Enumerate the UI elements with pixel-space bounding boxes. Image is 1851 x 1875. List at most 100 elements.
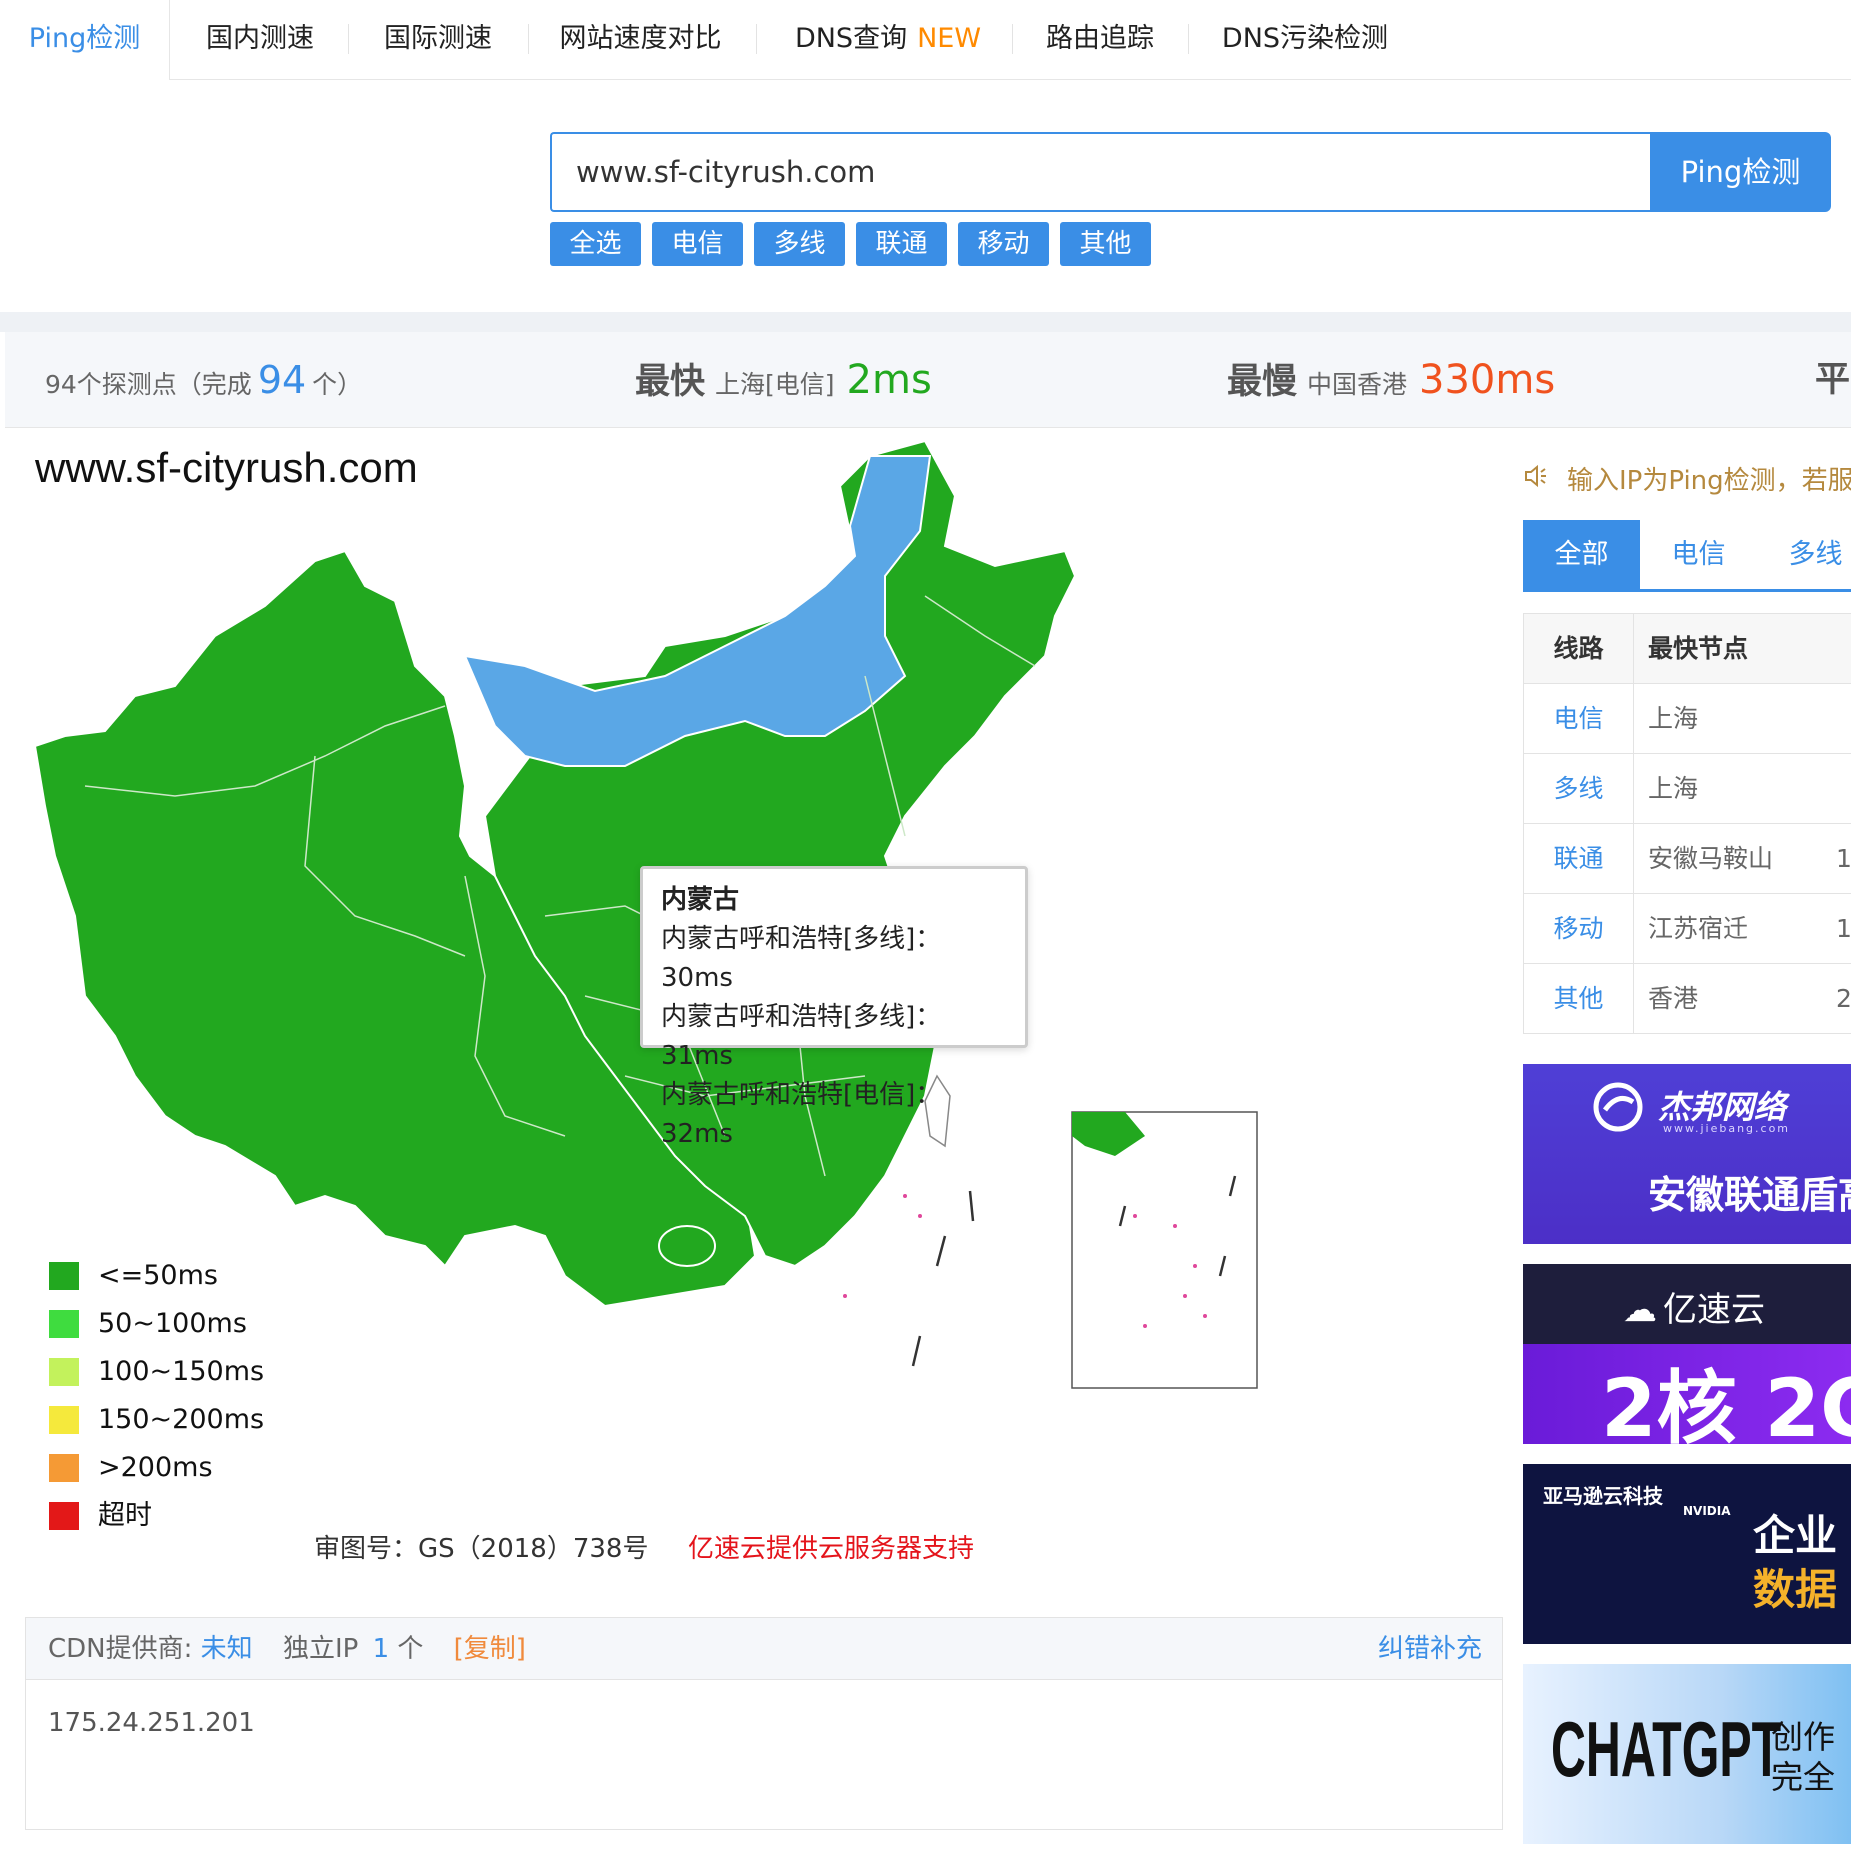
legend-item: >200ms [49,1452,289,1483]
sidebar-tab-telecom[interactable]: 电信 [1640,520,1757,589]
table-row: 多线 上海 [1523,754,1851,824]
copy-ip-button[interactable]: [复制] [454,1634,526,1664]
ad-text: 企业 [1753,1511,1838,1560]
table-row: 移动 江苏宿迁 1 [1523,894,1851,964]
table-row: 电信 上海 [1523,684,1851,754]
nav-divider [1188,24,1189,54]
average-stat: 平 [1815,332,1851,428]
cdn-header: CDN提供商: 未知 独立IP 1 个 [复制] 纠错补充 [26,1618,1502,1680]
host-input[interactable]: www.sf-cityrush.com [550,132,1650,212]
legend-item: <=50ms [49,1260,289,1291]
map-title: www.sf-cityrush.com [35,444,418,491]
fastest-label: 最快 [635,362,706,402]
cdn-provider-label: CDN提供商: [48,1634,193,1664]
slowest-label: 最慢 [1227,362,1298,402]
sidebar-notice: 输入IP为Ping检测，若服 [1523,460,1851,497]
section-gap [0,312,1851,332]
legend-swatch [49,1454,79,1482]
legend-label: >200ms [98,1452,213,1483]
fastest-node-table: 线路 最快节点 电信 上海 多线 上海 联通 安徽马鞍山 1 移动 江苏宿迁 1… [1523,613,1851,1034]
ad-banner-chatgpt[interactable]: CHATGPT 创作 完全 [1523,1664,1851,1844]
nav-tab-site-compare[interactable]: 网站速度对比 [548,0,733,80]
nav-tab-traceroute[interactable]: 路由追踪 [1030,0,1170,80]
report-correction-link[interactable]: 纠错补充 [1378,1618,1482,1680]
ad-brand: ☁ 亿速云 [1623,1282,1765,1331]
ad-banner-jiebang[interactable]: 杰邦网络 www.jiebang.com 安徽联通盾高防 可定 [1523,1064,1851,1244]
nav-tab-domestic-speed[interactable]: 国内测速 [190,0,330,80]
ad-banner-aws[interactable]: 亚马逊云科技 NVIDIA 企业 数据 [1523,1464,1851,1644]
map-region-hainan[interactable] [658,1225,716,1267]
ad-sub: www.jiebang.com [1663,1122,1791,1135]
filter-multiline-button[interactable]: 多线 [754,222,845,266]
legend-label: <=50ms [98,1260,218,1291]
table-row: 联通 安徽马鞍山 1 [1523,824,1851,894]
new-badge: NEW [917,23,982,54]
speaker-icon [1523,463,1549,496]
map-approval-number: 审图号：GS（2018）738号 [314,1534,649,1564]
nvidia-logo-icon: NVIDIA [1683,1504,1731,1518]
probe-prefix: 94个探测点（完成 [45,370,252,399]
ping-submit-button[interactable]: Ping检测 [1650,132,1831,212]
sidebar-tab-multiline[interactable]: 多线 [1757,520,1851,589]
map-sponsor-link[interactable]: 亿速云提供云服务器支持 [688,1528,974,1565]
tooltip-title: 内蒙古 [661,885,740,915]
probe-suffix: 个） [312,370,363,399]
node-cell: 江苏宿迁 [1648,914,1749,943]
nav-divider [348,24,349,54]
legend-swatch [49,1262,79,1290]
filter-mobile-button[interactable]: 移动 [958,222,1049,266]
fastest-node: 上海[电信] [715,370,835,399]
nav-divider [528,24,529,54]
probe-done-count: 94 [257,358,307,402]
legend-swatch [49,1358,79,1386]
ad-text: 数据 [1753,1565,1838,1614]
search-card: www.sf-cityrush.com Ping检测 全选 电信 多线 联通 移… [5,80,1851,312]
filter-unicom-button[interactable]: 联通 [856,222,947,266]
nav-divider [756,24,757,54]
region-tooltip: 内蒙古 内蒙古呼和浩特[多线]：30ms 内蒙古呼和浩特[多线]：31ms 内蒙… [640,866,1028,1149]
filter-telecom-button[interactable]: 电信 [652,222,743,266]
table-header-row: 线路 最快节点 [1523,614,1851,684]
ad-text: 2核 2G [1601,1362,1851,1444]
line-link[interactable]: 联通 [1524,824,1634,894]
nav-tab-dns-pollution[interactable]: DNS污染检测 [1210,0,1400,80]
filter-other-button[interactable]: 其他 [1060,222,1151,266]
nav-tab-dns-query[interactable]: DNS查询 NEW [778,0,998,80]
column-header-line: 线路 [1524,614,1634,684]
legend-label: 50~100ms [98,1308,247,1339]
node-cell: 上海 [1648,704,1699,733]
legend-item: 150~200ms [49,1404,289,1435]
table-row: 其他 香港 2 [1523,964,1851,1034]
nav-tab-intl-speed[interactable]: 国际测速 [368,0,508,80]
legend-label: 150~200ms [98,1404,265,1435]
node-cell: 安徽马鞍山 [1648,844,1774,873]
south-sea-inset [1071,1111,1258,1389]
extra-cell: 1 [1836,914,1851,943]
legend-label: 100~150ms [98,1356,265,1387]
line-link[interactable]: 移动 [1524,894,1634,964]
extra-cell: 1 [1836,844,1851,873]
slowest-stat: 最慢 中国香港 330ms [1227,332,1555,428]
nav-tab-ping[interactable]: Ping检测 [0,0,170,81]
column-header-fastest-node: 最快节点 [1648,634,1749,663]
stats-bar: 94个探测点（完成 94 个） 最快 上海[电信] 2ms 最慢 中国香港 330ms 平 [5,332,1851,428]
unique-ip-count: 1 [372,1634,390,1664]
sidebar-tab-all[interactable]: 全部 [1523,520,1640,589]
extra-cell: 2 [1836,984,1851,1013]
ad-text: CHATGPT [1551,1705,1782,1793]
ad-brand: 亚马逊云科技 [1543,1484,1663,1508]
ad-banner-yisuyun[interactable]: ☁亿速云 2核 2G [1523,1264,1851,1444]
line-link[interactable]: 多线 [1524,754,1634,824]
tooltip-line: 内蒙古呼和浩特[多线]：31ms [661,1002,942,1071]
legend-swatch [49,1406,79,1434]
filter-all-button[interactable]: 全选 [550,222,641,266]
cdn-provider-value: 未知 [200,1634,253,1664]
nav-label: DNS查询 [794,23,908,54]
fastest-stat: 最快 上海[电信] 2ms [635,332,932,428]
line-link[interactable]: 其他 [1524,964,1634,1034]
cdn-info: CDN提供商: 未知 独立IP 1 个 [复制] 纠错补充 175.24.251… [25,1617,1503,1830]
slowest-time: 330ms [1419,357,1556,403]
line-link[interactable]: 电信 [1524,684,1634,754]
legend-swatch [49,1502,79,1530]
legend-item: 100~150ms [49,1356,289,1387]
